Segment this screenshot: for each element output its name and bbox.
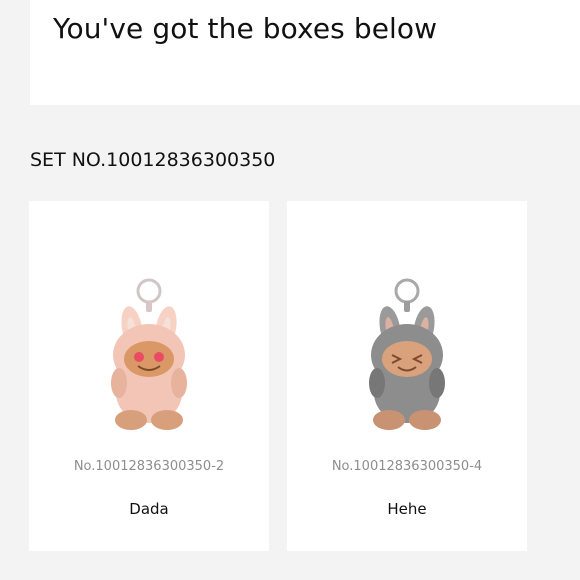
- box-card[interactable]: No.10012836300350-2 Dada: [29, 201, 269, 551]
- gray-plush-keychain-figure: [369, 278, 445, 430]
- box-name: Dada: [129, 500, 169, 518]
- box-name: Hehe: [387, 500, 427, 518]
- pink-plush-keychain-figure: [111, 278, 187, 430]
- header-panel: You've got the boxes below: [30, 0, 580, 105]
- box-card[interactable]: No.10012836300350-4 Hehe: [287, 201, 527, 551]
- box-number: No.10012836300350-2: [73, 459, 225, 474]
- page-title: You've got the boxes below: [53, 12, 438, 45]
- box-number: No.10012836300350-4: [331, 459, 483, 474]
- set-number-title: SET NO.10012836300350: [30, 149, 276, 171]
